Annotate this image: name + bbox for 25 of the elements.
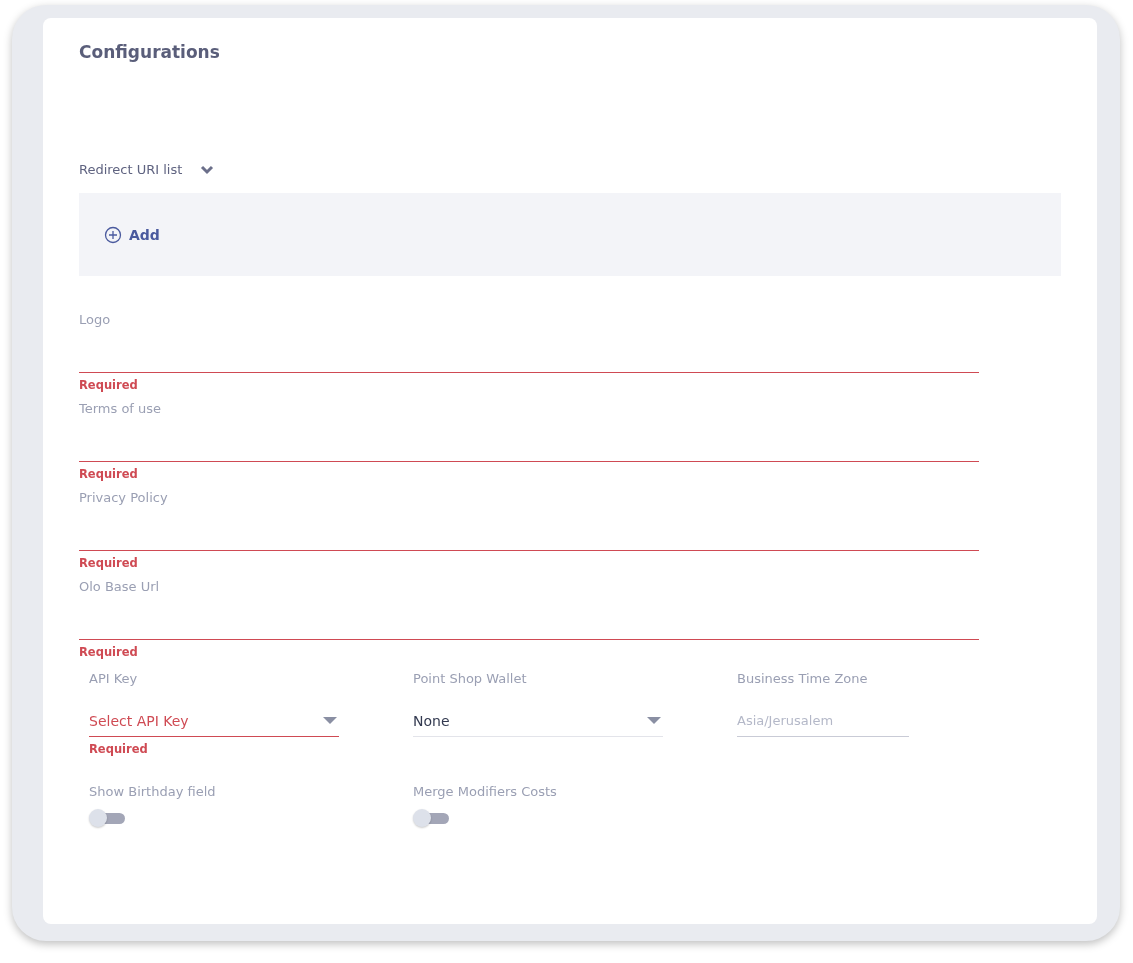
error-message: Required xyxy=(79,378,139,392)
error-message: Required xyxy=(79,556,139,570)
add-button[interactable]: Add xyxy=(104,225,160,244)
field-label: Terms of use xyxy=(79,401,163,416)
chevron-icon[interactable] xyxy=(200,164,215,175)
dropdown-arrow-icon xyxy=(323,716,337,725)
select-field[interactable]: Select API Key xyxy=(89,705,339,737)
field-label: Point Shop Wallet xyxy=(413,671,528,686)
section-label: Redirect URI list xyxy=(79,162,183,177)
toggle-label: Merge Modifiers Costs xyxy=(413,784,558,799)
error-message: Required xyxy=(79,467,139,481)
field-label: Logo xyxy=(79,312,112,327)
page-title: Configurations xyxy=(79,42,221,62)
error-message: Required xyxy=(89,742,149,756)
toggle-switch[interactable] xyxy=(89,809,125,827)
field-label: API Key xyxy=(89,671,139,686)
field-label: Privacy Policy xyxy=(79,490,169,505)
dropdown-arrow-icon xyxy=(647,716,661,725)
field-label: Olo Base Url xyxy=(79,579,161,594)
field-label: Business Time Zone xyxy=(737,671,869,686)
plus-circle-icon xyxy=(104,225,122,244)
toggle-label: Show Birthday field xyxy=(89,784,217,799)
error-message: Required xyxy=(79,645,139,659)
select-field[interactable]: None xyxy=(413,705,663,737)
toggle-switch[interactable] xyxy=(413,809,449,827)
